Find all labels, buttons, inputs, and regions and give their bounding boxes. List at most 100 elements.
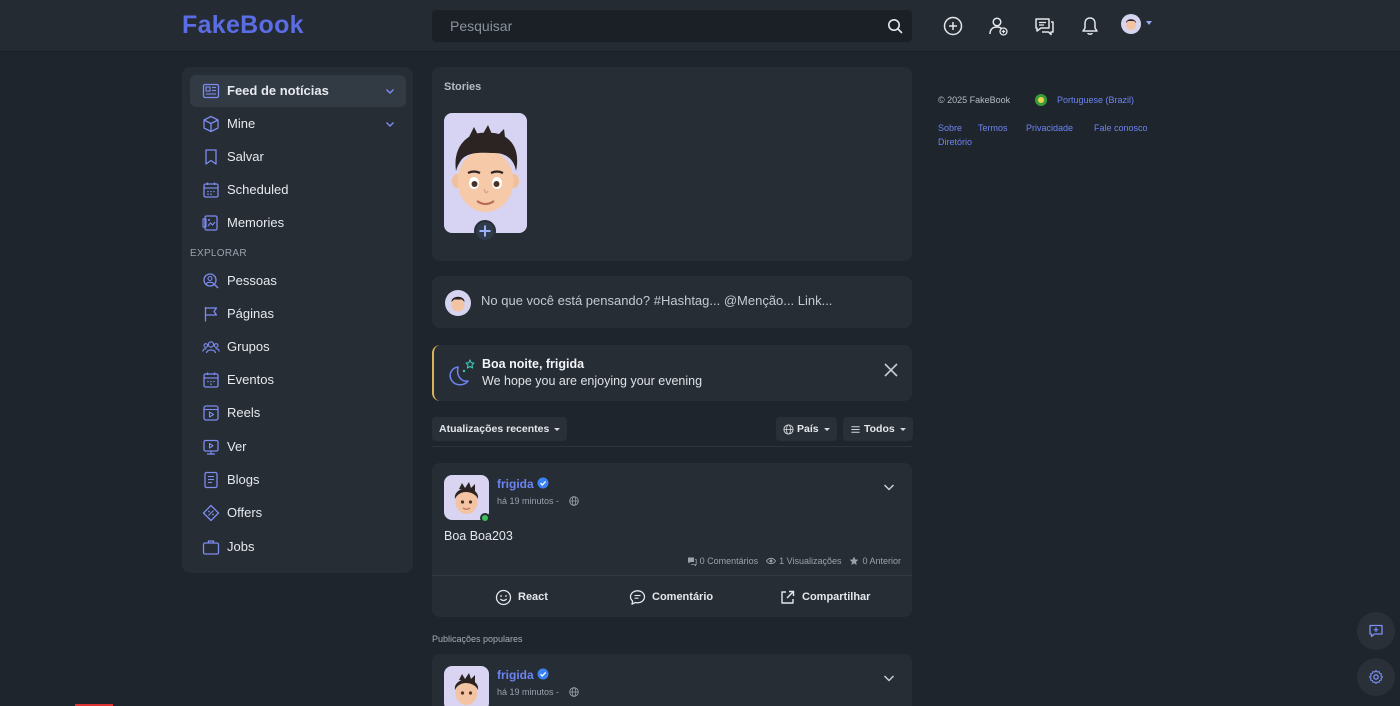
plus-icon <box>479 225 491 237</box>
sidebar-item-offers[interactable]: Offers <box>190 497 406 529</box>
chevron-down-icon[interactable] <box>882 480 896 494</box>
chevron-down-icon <box>899 427 906 431</box>
post-composer[interactable]: No que você está pensando? #Hashtag... @… <box>432 276 912 328</box>
create-story-tile[interactable] <box>444 113 527 233</box>
copyright: © 2025 FakeBook <box>938 95 1011 105</box>
sidebar-item-reels[interactable]: Reels <box>190 397 406 429</box>
chevron-down-icon <box>823 427 830 431</box>
react-button[interactable]: React <box>495 587 548 607</box>
sidebar-item-label: Mine <box>227 116 256 131</box>
logo[interactable]: FakeBook <box>182 11 304 40</box>
sidebar-item-jobs[interactable]: Jobs <box>190 531 406 563</box>
smile-icon <box>495 589 512 605</box>
bookmark-icon <box>205 149 217 165</box>
gear-icon <box>1368 669 1384 685</box>
sidebar-item-label: Reels <box>227 405 261 420</box>
cube-icon <box>203 115 219 133</box>
settings-button[interactable] <box>1357 658 1395 696</box>
sidebar-item-label: Grupos <box>227 339 270 354</box>
star-icon <box>850 556 859 565</box>
stories-card: Stories <box>432 67 912 261</box>
search-input[interactable] <box>432 10 872 42</box>
post-actions: React Comentário Compartilhar <box>432 575 912 617</box>
messages-icon[interactable] <box>1033 15 1055 37</box>
stories-title: Stories <box>444 81 482 93</box>
chevron-down-icon[interactable] <box>882 671 896 685</box>
notifications-bell-icon[interactable] <box>1079 15 1101 37</box>
watch-icon <box>203 439 219 455</box>
calendar-icon <box>203 182 219 198</box>
close-icon[interactable] <box>882 361 900 379</box>
sidebar-item-mine[interactable]: Mine <box>190 108 406 140</box>
sidebar-item-label: Jobs <box>227 539 255 554</box>
country-filter-dropdown[interactable]: País <box>776 417 837 441</box>
eye-icon <box>766 557 777 565</box>
all-filter-dropdown[interactable]: Todos <box>843 417 913 441</box>
event-calendar-icon <box>203 372 219 388</box>
footer-link-directory[interactable]: Diretório <box>938 137 972 147</box>
comment-bubble-icon <box>629 589 646 605</box>
moon-stars-icon <box>449 359 475 386</box>
sidebar-item-scheduled[interactable]: Scheduled <box>190 174 406 206</box>
post-author[interactable]: frigida <box>497 477 534 491</box>
sidebar-item-people[interactable]: Pessoas <box>190 265 406 297</box>
chevron-down-icon[interactable] <box>384 118 396 130</box>
feed-post: frigida há 19 minutos - <box>432 654 912 706</box>
feed-filter-bar: Atualizações recentes País Todos <box>432 417 913 447</box>
sidebar-item-events[interactable]: Eventos <box>190 364 406 396</box>
user-avatar[interactable] <box>1121 14 1141 34</box>
views-count: 1 Visualizações <box>766 556 841 566</box>
footer-link-about[interactable]: Sobre <box>938 123 962 133</box>
group-icon <box>202 341 220 354</box>
sidebar-item-news-feed[interactable]: Feed de notícias <box>190 75 406 107</box>
sidebar-item-label: Eventos <box>227 372 274 387</box>
post-author[interactable]: frigida <box>497 668 534 682</box>
popular-posts-label: Publicações populares <box>432 634 523 644</box>
left-sidebar: Feed de notícias Mine Salvar Scheduled M… <box>182 67 413 573</box>
verified-badge-icon <box>537 668 549 680</box>
flag-icon <box>204 307 218 322</box>
sidebar-item-saved[interactable]: Salvar <box>190 141 406 173</box>
add-story-button[interactable] <box>474 220 496 242</box>
friend-requests-icon[interactable] <box>987 15 1009 37</box>
sidebar-item-label: Páginas <box>227 306 274 321</box>
sidebar-item-memories[interactable]: Memories <box>190 207 406 239</box>
composer-placeholder[interactable]: No que você está pensando? #Hashtag... @… <box>481 293 832 308</box>
chevron-down-icon[interactable] <box>384 85 396 97</box>
sidebar-item-label: Offers <box>227 505 263 520</box>
sidebar-item-pages[interactable]: Páginas <box>190 298 406 330</box>
sidebar-item-label: Blogs <box>227 472 260 487</box>
account-menu-chevron-icon[interactable] <box>1146 21 1152 25</box>
avatar <box>445 290 471 316</box>
sidebar-item-blogs[interactable]: Blogs <box>190 464 406 496</box>
sidebar-item-label: Memories <box>227 215 285 230</box>
create-plus-icon[interactable] <box>942 15 964 37</box>
brazil-flag-icon <box>1035 94 1047 106</box>
share-button[interactable]: Compartilhar <box>779 587 870 607</box>
comment-button[interactable]: Comentário <box>629 587 713 607</box>
avatar[interactable] <box>444 666 489 706</box>
search-bar <box>432 10 912 42</box>
sidebar-item-label: Feed de notícias <box>227 83 329 98</box>
sidebar-item-watch[interactable]: Ver <box>190 431 406 463</box>
people-search-icon <box>203 273 219 289</box>
greeting-subtitle: We hope you are enjoying your evening <box>482 374 703 388</box>
greeting-title: Boa noite, frigida <box>482 357 585 371</box>
language-selector[interactable]: Portuguese (Brazil) <box>1057 95 1134 105</box>
post-timestamp[interactable]: há 19 minutos - <box>497 687 559 697</box>
greeting-banner: Boa noite, frigida We hope you are enjoy… <box>432 345 912 401</box>
avatar <box>452 125 519 212</box>
blog-icon <box>204 471 218 489</box>
comments-count[interactable]: 0 Comentários <box>687 556 758 566</box>
footer-link-terms[interactable]: Termos <box>978 123 1008 133</box>
new-chat-button[interactable] <box>1357 612 1395 650</box>
sidebar-item-groups[interactable]: Grupos <box>190 331 406 363</box>
newspaper-icon <box>202 83 220 99</box>
sort-dropdown[interactable]: Atualizações recentes <box>432 417 568 441</box>
share-icon <box>781 590 795 604</box>
footer-link-contact[interactable]: Fale conosco <box>1094 123 1148 133</box>
search-icon[interactable] <box>886 17 904 35</box>
footer-link-privacy[interactable]: Privacidade <box>1026 123 1073 133</box>
all-label: Todos <box>864 423 895 435</box>
post-timestamp[interactable]: há 19 minutos - <box>497 496 559 506</box>
